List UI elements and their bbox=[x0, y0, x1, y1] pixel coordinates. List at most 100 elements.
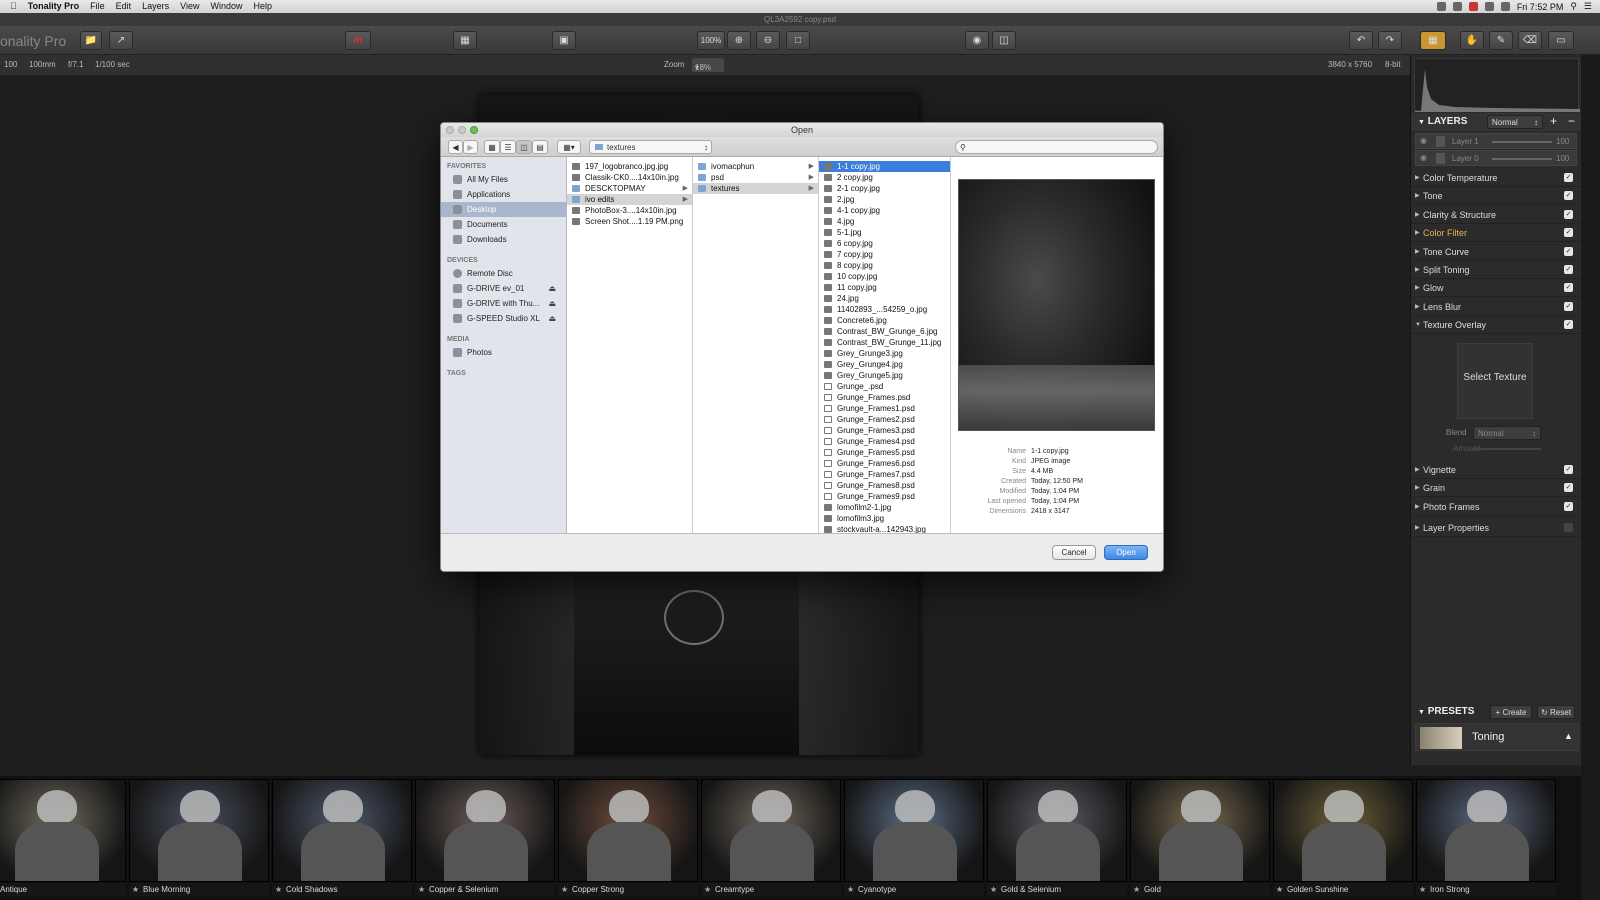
status-icon[interactable] bbox=[1468, 2, 1478, 11]
file-row[interactable]: Grey_Grunge5.jpg bbox=[819, 370, 950, 381]
sidebar-item-photos[interactable]: Photos bbox=[441, 345, 566, 360]
eye-icon[interactable]: ◉ bbox=[1420, 136, 1427, 145]
eject-icon[interactable]: ⏏ bbox=[548, 311, 556, 326]
enable-checkbox[interactable]: ✓ bbox=[1564, 301, 1573, 311]
sidebar-item-applications[interactable]: Applications bbox=[441, 187, 566, 202]
status-icon[interactable] bbox=[1436, 2, 1446, 11]
reset-preset-button[interactable]: ↻ Reset bbox=[1537, 705, 1575, 719]
file-row[interactable]: Grey_Grunge3.jpg bbox=[819, 348, 950, 359]
collapse-triangle-icon[interactable]: ▶ bbox=[1415, 261, 1420, 279]
zoom-dot[interactable] bbox=[470, 126, 478, 134]
collapse-triangle-icon[interactable]: ▶ bbox=[1415, 498, 1420, 516]
layer-row[interactable]: ◉ Layer 0 100 bbox=[1415, 150, 1577, 166]
adjustment-row[interactable]: ▶ Layer Properties bbox=[1411, 519, 1582, 537]
file-row[interactable]: Contrast_BW_Grunge_11.jpg bbox=[819, 337, 950, 348]
macphun-button[interactable]: m bbox=[345, 31, 371, 50]
file-row[interactable]: 5-1.jpg bbox=[819, 227, 950, 238]
sidebar-item-gdrive-ev[interactable]: G-DRIVE ev_01 ⏏ bbox=[441, 281, 566, 296]
menu-view[interactable]: View bbox=[180, 0, 199, 13]
share-button[interactable]: ↗ bbox=[109, 31, 133, 50]
enable-checkbox[interactable]: ✓ bbox=[1564, 246, 1573, 256]
app-menu[interactable]: Tonality Pro bbox=[28, 0, 79, 13]
file-row[interactable]: 2 copy.jpg bbox=[819, 172, 950, 183]
file-row[interactable]: 10 copy.jpg bbox=[819, 271, 950, 282]
create-preset-button[interactable]: + Create bbox=[1490, 705, 1532, 719]
collapse-triangle-icon[interactable]: ▶ bbox=[1415, 279, 1420, 297]
file-row[interactable]: Concrete6.jpg bbox=[819, 315, 950, 326]
image-view-button[interactable]: ▦ bbox=[1420, 31, 1446, 50]
menu-help[interactable]: Help bbox=[254, 0, 273, 13]
adjustment-row[interactable]: ▶ Color Filter ✓ bbox=[1411, 224, 1582, 243]
collapse-triangle-icon[interactable]: ▶ bbox=[1415, 224, 1420, 242]
enable-checkbox[interactable]: ✓ bbox=[1564, 483, 1573, 493]
hand-tool-icon[interactable]: ✋ bbox=[1460, 31, 1484, 50]
star-icon[interactable]: ★ bbox=[275, 883, 282, 896]
adjustment-row[interactable]: ▶ Tone ✓ bbox=[1411, 187, 1582, 206]
collapse-triangle-icon[interactable]: ▶ bbox=[1415, 461, 1420, 479]
menu-window[interactable]: Window bbox=[211, 0, 243, 13]
file-row[interactable]: 8 copy.jpg bbox=[819, 260, 950, 271]
sidebar-item-gdrive-thunderbolt[interactable]: G-DRIVE with Thu... ⏏ bbox=[441, 296, 566, 311]
star-icon[interactable]: ★ bbox=[847, 883, 854, 896]
file-row[interactable]: Grunge_Frames7.psd bbox=[819, 469, 950, 480]
file-row[interactable]: 7 copy.jpg bbox=[819, 249, 950, 260]
forward-button[interactable]: ▶ bbox=[463, 140, 478, 154]
file-row[interactable]: 197_logobranco.jpg.jpg bbox=[567, 161, 692, 172]
preset-label[interactable]: ★ Copper & Selenium bbox=[415, 883, 555, 896]
file-row[interactable]: Grunge_Frames.psd bbox=[819, 392, 950, 403]
preset-label[interactable]: ★ Creamtype bbox=[701, 883, 841, 896]
collapse-triangle-icon[interactable]: ▼ bbox=[1418, 119, 1425, 126]
adjustment-row[interactable]: ▶ Photo Frames ✓ bbox=[1411, 498, 1582, 516]
adjustment-row[interactable]: ▶ Vignette ✓ bbox=[1411, 461, 1582, 479]
compare-button[interactable]: ▣ bbox=[552, 31, 576, 50]
star-icon[interactable]: ★ bbox=[132, 883, 139, 896]
file-row[interactable]: DESCKTOPMAY ▶ bbox=[567, 183, 692, 194]
collapse-triangle-icon[interactable]: ▶ bbox=[1415, 206, 1420, 224]
layout-button[interactable]: ▦ bbox=[453, 31, 477, 50]
preset-thumbnail[interactable] bbox=[1273, 779, 1413, 882]
adjustment-row[interactable]: ▼ Texture Overlay ✓ bbox=[1411, 316, 1582, 335]
preset-thumbnail[interactable] bbox=[1416, 779, 1556, 882]
file-row[interactable]: lomofilm3.jpg bbox=[819, 513, 950, 524]
folder-row[interactable]: textures ▶ bbox=[693, 183, 818, 194]
close-dot[interactable] bbox=[446, 126, 454, 134]
minimize-dot[interactable] bbox=[458, 126, 466, 134]
file-row[interactable]: Classik-CK0....14x10in.jpg bbox=[567, 172, 692, 183]
preset-thumbnail[interactable] bbox=[0, 779, 126, 882]
preset-label[interactable]: ★ Gold & Selenium bbox=[987, 883, 1127, 896]
chevron-up-icon[interactable]: ▲ bbox=[1564, 731, 1573, 741]
star-icon[interactable]: ★ bbox=[1419, 883, 1426, 896]
layer-opacity-slider[interactable] bbox=[1492, 141, 1552, 143]
star-icon[interactable]: ★ bbox=[704, 883, 711, 896]
amount-slider[interactable] bbox=[1473, 448, 1541, 450]
preview-eye-icon[interactable]: ◉ bbox=[965, 31, 989, 50]
file-row[interactable]: Grunge_Frames2.psd bbox=[819, 414, 950, 425]
file-row[interactable]: 6 copy.jpg bbox=[819, 238, 950, 249]
adjustment-row[interactable]: ▶ Grain ✓ bbox=[1411, 479, 1582, 498]
zoom-select[interactable]: 18% ▾ bbox=[692, 58, 724, 72]
adjustment-row[interactable]: ▶ Glow ✓ bbox=[1411, 279, 1582, 298]
apple-icon[interactable]:  bbox=[10, 0, 17, 13]
file-row[interactable]: 11402893_...54259_o.jpg bbox=[819, 304, 950, 315]
enable-checkbox[interactable]: ✓ bbox=[1564, 191, 1573, 201]
sidebar-item-gspeed[interactable]: G-SPEED Studio XL ⏏ bbox=[441, 311, 566, 326]
file-row[interactable]: Grunge_Frames8.psd bbox=[819, 480, 950, 491]
enable-checkbox[interactable]: ✓ bbox=[1564, 465, 1573, 474]
layer-blend-select[interactable]: Normal ↕ bbox=[1487, 115, 1543, 129]
brush-tool-icon[interactable]: ✎ bbox=[1489, 31, 1513, 50]
file-row[interactable]: Grunge_Frames3.psd bbox=[819, 425, 950, 436]
eye-icon[interactable]: ◉ bbox=[1420, 153, 1427, 162]
collapse-triangle-icon[interactable]: ▶ bbox=[1415, 169, 1420, 187]
preset-label[interactable]: ★ Cold Shadows bbox=[272, 883, 412, 896]
redo-icon[interactable]: ↷ bbox=[1378, 31, 1402, 50]
enable-checkbox[interactable]: ✓ bbox=[1564, 501, 1573, 511]
enable-checkbox[interactable]: ✓ bbox=[1564, 320, 1573, 330]
file-row[interactable]: Grunge_Frames1.psd bbox=[819, 403, 950, 414]
preset-category[interactable]: Toning ▲ bbox=[1415, 723, 1579, 751]
adjustment-row[interactable]: ▶ Lens Blur ✓ bbox=[1411, 298, 1582, 316]
sidebar-item-documents[interactable]: Documents bbox=[441, 217, 566, 232]
add-layer-icon[interactable]: + bbox=[1550, 114, 1557, 128]
layer-row[interactable]: ◉ Layer 1 100 bbox=[1415, 133, 1577, 149]
zoom-in-icon[interactable]: ⊕ bbox=[727, 31, 751, 50]
column-view-button[interactable]: ◫ bbox=[516, 140, 532, 154]
